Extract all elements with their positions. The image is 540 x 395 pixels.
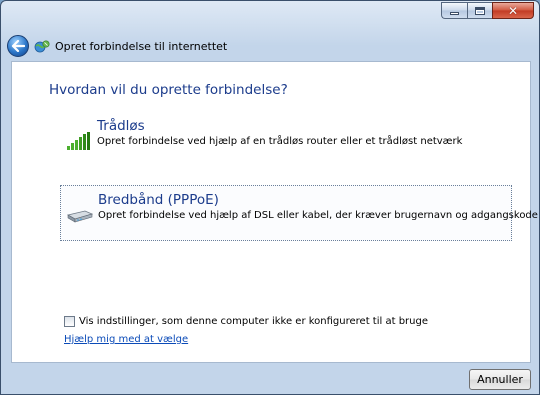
wizard-title: Opret forbindelse til internettet <box>55 40 228 53</box>
cancel-button[interactable]: Annuller <box>469 369 531 390</box>
minimize-button[interactable] <box>441 2 467 19</box>
title-bar[interactable]: ✕ <box>1 1 539 31</box>
option-broadband-description: Opret forbindelse ved hjælp af DSL eller… <box>98 210 538 221</box>
network-globe-icon <box>34 40 50 53</box>
page-heading: Hvordan vil du oprette forbindelse? <box>49 82 288 98</box>
footer-bar: Annuller <box>1 363 539 394</box>
option-broadband-title: Bredbånd (PPPoE) <box>98 192 219 208</box>
caption-buttons: ✕ <box>441 2 534 19</box>
back-arrow-icon <box>11 40 25 52</box>
back-button[interactable] <box>7 35 29 57</box>
show-unconfigured-options-row: Vis indstillinger, som denne computer ik… <box>64 316 428 327</box>
option-broadband[interactable]: Bredbånd (PPPoE) Opret forbindelse ved h… <box>60 185 538 241</box>
option-wireless[interactable]: Trådløs Opret forbindelse ved hjælp af e… <box>60 112 512 168</box>
maximize-button[interactable] <box>467 2 492 19</box>
navigation-bar: Opret forbindelse til internettet <box>1 31 539 61</box>
minimize-icon <box>450 11 459 15</box>
maximize-icon <box>475 6 485 15</box>
wizard-window: ✕ Opret forbindelse til internettet Hvor… <box>0 0 540 395</box>
option-wireless-description: Opret forbindelse ved hjælp af en trådlø… <box>97 136 463 147</box>
help-me-choose-link[interactable]: Hjælp mig med at vælge <box>64 334 188 345</box>
content-panel: Hvordan vil du oprette forbindelse? Tråd… <box>11 61 538 363</box>
wireless-signal-icon <box>67 132 90 150</box>
close-button[interactable]: ✕ <box>492 2 534 19</box>
show-unconfigured-options-checkbox[interactable] <box>64 316 75 327</box>
show-unconfigured-options-label[interactable]: Vis indstillinger, som denne computer ik… <box>79 316 428 327</box>
option-wireless-title: Trådløs <box>97 118 145 134</box>
close-icon: ✕ <box>507 3 519 18</box>
broadband-modem-icon <box>67 210 93 223</box>
